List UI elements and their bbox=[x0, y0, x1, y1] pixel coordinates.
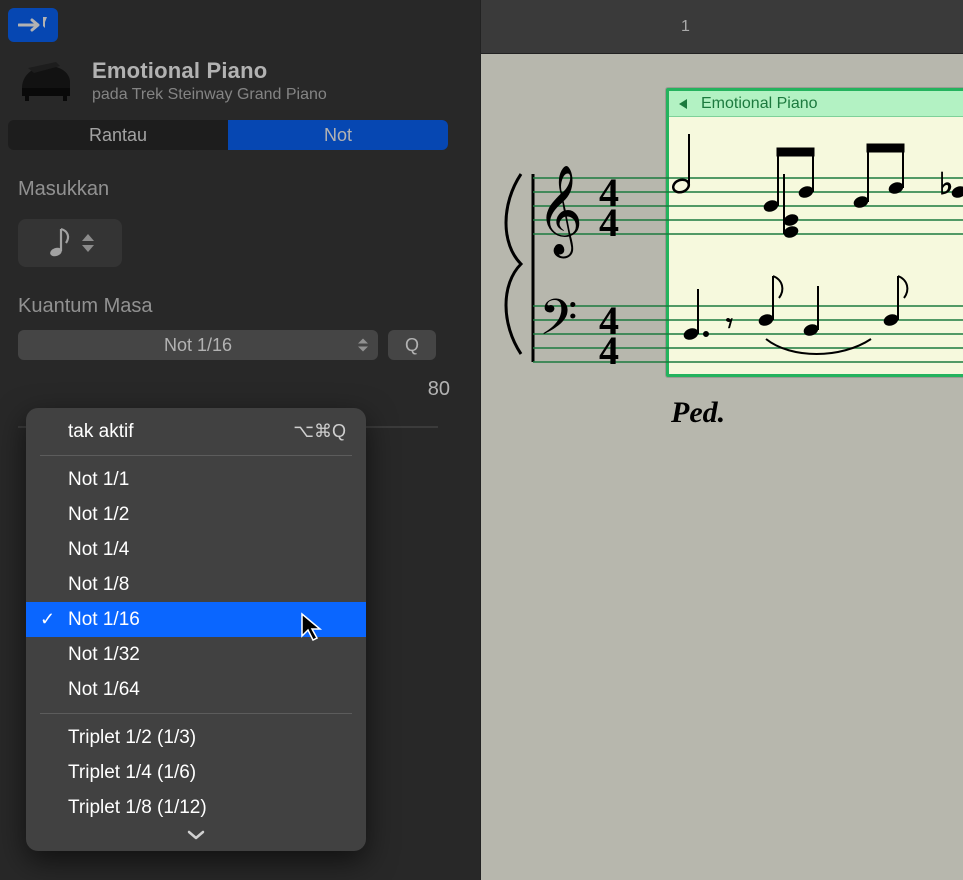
insert-note-value-picker[interactable] bbox=[18, 219, 122, 267]
dd-separator bbox=[40, 713, 352, 714]
chevron-down-icon bbox=[186, 829, 206, 841]
inspector-panel: Emotional Piano pada Trek Steinway Grand… bbox=[0, 0, 480, 880]
score-canvas[interactable]: Emotional Piano bbox=[481, 54, 963, 880]
dd-item-label: Not 1/32 bbox=[68, 644, 140, 666]
pedal-marking: Ped. bbox=[671, 396, 725, 430]
dd-item-not-1-2[interactable]: Not 1/2 bbox=[26, 497, 366, 532]
quantize-value-select[interactable]: Not 1/16 bbox=[18, 330, 378, 360]
timeline-ruler[interactable]: 1 bbox=[481, 0, 963, 54]
dd-item-not-1-1[interactable]: Not 1/1 bbox=[26, 462, 366, 497]
svg-text:4: 4 bbox=[599, 328, 619, 373]
svg-text:𝄾: 𝄾 bbox=[726, 309, 733, 338]
quantize-section-label: Kuantum Masa bbox=[8, 295, 472, 318]
dd-item-not-1-8[interactable]: Not 1/8 bbox=[26, 567, 366, 602]
dd-item-label: tak aktif bbox=[68, 421, 133, 443]
region-name: Emotional Piano bbox=[701, 95, 818, 113]
quantize-strength-row: 80 bbox=[8, 378, 472, 401]
filter-toggle-button[interactable] bbox=[8, 8, 58, 42]
grand-piano-icon bbox=[16, 58, 76, 102]
dd-item-not-1-64[interactable]: Not 1/64 bbox=[26, 672, 366, 707]
grand-staff: 𝄞 𝄢 4 4 4 4 bbox=[491, 114, 963, 414]
svg-text:𝄞: 𝄞 bbox=[537, 166, 583, 259]
score-panel: 1 Emotional Piano bbox=[480, 0, 963, 880]
app-root: Emotional Piano pada Trek Steinway Grand… bbox=[0, 0, 963, 880]
quantize-strength-value: 80 bbox=[428, 378, 450, 401]
ruler-bar-number: 1 bbox=[681, 18, 690, 36]
svg-text:♭: ♭ bbox=[939, 168, 953, 201]
dd-item-label: Not 1/64 bbox=[68, 679, 140, 701]
track-title: Emotional Piano bbox=[92, 58, 327, 84]
filter-icon bbox=[18, 15, 48, 35]
dd-item-label: Not 1/2 bbox=[68, 504, 129, 526]
insert-row bbox=[8, 219, 472, 267]
check-icon: ✓ bbox=[40, 609, 55, 630]
top-toolbar bbox=[8, 8, 472, 42]
dd-item-triplet-1-4[interactable]: Triplet 1/4 (1/6) bbox=[26, 755, 366, 790]
dd-item-not-1-4[interactable]: Not 1/4 bbox=[26, 532, 366, 567]
inspector-mode-segmented: Rantau Not bbox=[8, 120, 448, 150]
dd-item-label: Triplet 1/2 (1/3) bbox=[68, 727, 196, 749]
dd-item-label: Not 1/8 bbox=[68, 574, 129, 596]
dd-item-label: Not 1/1 bbox=[68, 469, 129, 491]
svg-text:4: 4 bbox=[599, 200, 619, 245]
instrument-thumbnail bbox=[16, 58, 76, 102]
dd-separator bbox=[40, 455, 352, 456]
dd-item-label: Not 1/4 bbox=[68, 539, 129, 561]
dd-item-triplet-1-8[interactable]: Triplet 1/8 (1/12) bbox=[26, 790, 366, 825]
segment-region[interactable]: Rantau bbox=[8, 120, 228, 150]
dd-item-label: Triplet 1/4 (1/6) bbox=[68, 762, 196, 784]
quantize-apply-label: Q bbox=[405, 335, 419, 356]
dd-item-label: Triplet 1/8 (1/12) bbox=[68, 797, 207, 819]
cursor-pointer-icon bbox=[300, 612, 326, 647]
track-header-text: Emotional Piano pada Trek Steinway Grand… bbox=[92, 58, 327, 104]
region-loop-icon bbox=[677, 97, 693, 111]
chevron-up-icon bbox=[82, 234, 94, 241]
track-header: Emotional Piano pada Trek Steinway Grand… bbox=[8, 58, 472, 150]
track-header-row: Emotional Piano pada Trek Steinway Grand… bbox=[8, 58, 472, 104]
quantize-selected-label: Not 1/16 bbox=[164, 335, 232, 356]
dd-item-off[interactable]: tak aktif ⌥⌘Q bbox=[26, 414, 366, 449]
dd-item-triplet-1-2[interactable]: Triplet 1/2 (1/3) bbox=[26, 720, 366, 755]
note-stepper[interactable] bbox=[82, 234, 94, 252]
chevron-down-icon bbox=[82, 245, 94, 252]
select-stepper-icon bbox=[358, 339, 368, 352]
svg-text:𝄢: 𝄢 bbox=[539, 291, 578, 357]
dd-item-label: Not 1/16 bbox=[68, 609, 140, 631]
quantize-row: Not 1/16 Q bbox=[8, 330, 472, 360]
eighth-note-icon bbox=[46, 225, 72, 261]
quantize-apply-button[interactable]: Q bbox=[388, 330, 436, 360]
segment-note[interactable]: Not bbox=[228, 120, 448, 150]
insert-section-label: Masukkan bbox=[8, 178, 472, 201]
dd-more-indicator[interactable] bbox=[26, 825, 366, 849]
dd-item-shortcut: ⌥⌘Q bbox=[293, 421, 346, 442]
track-subtitle: pada Trek Steinway Grand Piano bbox=[92, 86, 327, 104]
